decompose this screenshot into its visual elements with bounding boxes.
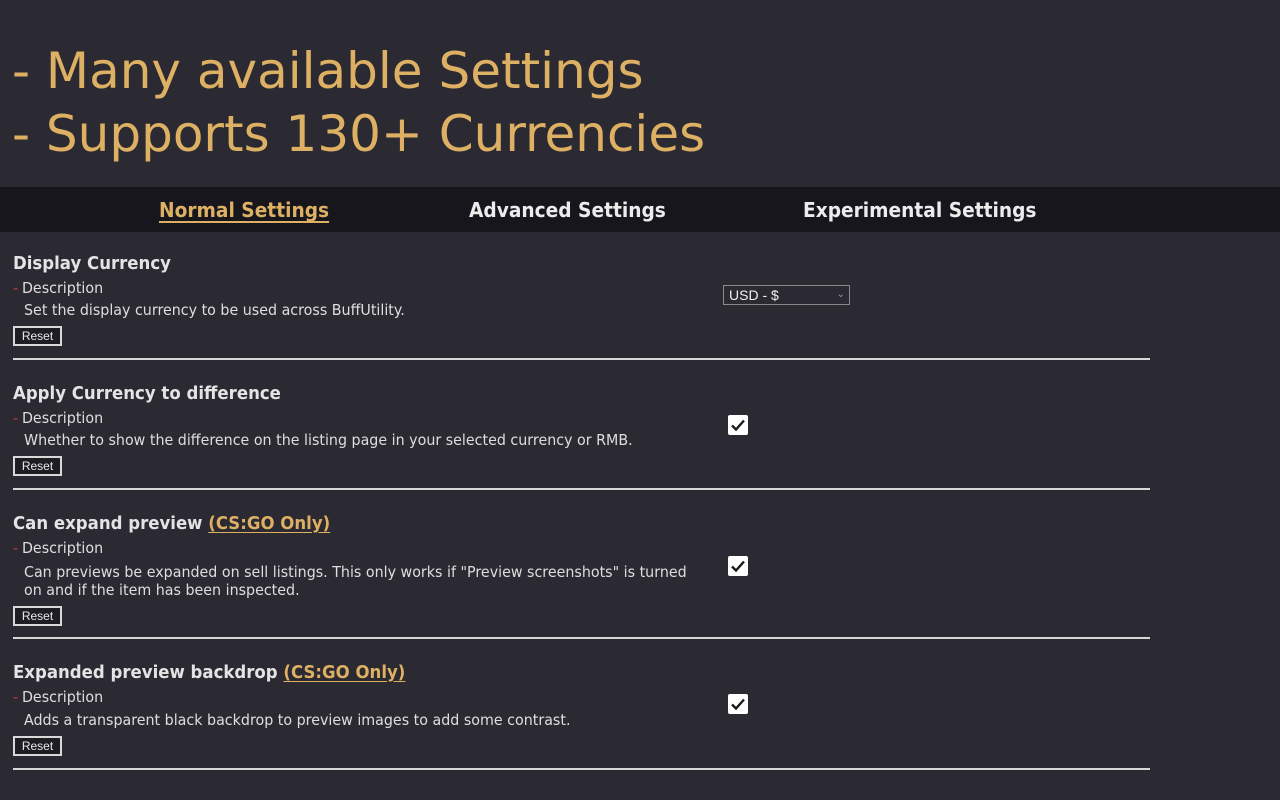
reset-button[interactable]: Reset [13,736,62,756]
setting-title-text: Can expand preview [13,513,203,534]
description-label-text: Description [21,539,104,557]
settings-tab-bar: Normal Settings Advanced Settings Experi… [0,187,1280,232]
description-dash: - [13,539,19,557]
divider [13,768,1150,770]
chevron-down-icon: ⌄ [836,289,845,300]
description-label-text: Description [21,409,104,427]
setting-title: Can expand preview (CS:GO Only) [13,513,330,534]
setting-apply-currency-difference: Apply Currency to difference - Descriptio… [13,382,1150,494]
description-dash: - [13,688,19,706]
description-label: - Description [13,539,103,557]
setting-title: Apply Currency to difference [13,383,281,404]
csgo-only-link[interactable]: (CS:GO Only) [208,513,330,534]
setting-display-currency: Display Currency - Description Set the di… [13,252,1150,364]
setting-description: Can previews be expanded on sell listing… [24,563,687,599]
reset-button[interactable]: Reset [13,326,62,346]
checkmark-icon [731,560,745,573]
expand-preview-checkbox[interactable] [728,556,748,576]
setting-can-expand-preview: Can expand preview (CS:GO Only) - Descrip… [13,512,1150,642]
setting-title: Display Currency [13,253,171,274]
currency-select-value: USD - $ [729,287,779,303]
description-label: - Description [13,279,103,297]
description-dash: - [13,279,19,297]
description-label: - Description [13,688,103,706]
currency-select[interactable]: USD - $ ⌄ [723,285,850,305]
description-label-text: Description [21,688,104,706]
checkmark-icon [731,698,745,711]
description-label-text: Description [21,279,104,297]
tab-experimental-settings[interactable]: Experimental Settings [803,198,1037,222]
tab-advanced-settings[interactable]: Advanced Settings [469,198,666,222]
setting-expanded-preview-backdrop: Expanded preview backdrop (CS:GO Only) -… [13,661,1150,773]
reset-button[interactable]: Reset [13,456,62,476]
divider [13,358,1150,360]
checkmark-icon [731,419,745,432]
hero-banner: - Many available Settings - Supports 130… [0,0,1280,187]
setting-title-text: Apply Currency to difference [13,383,281,404]
description-dash: - [13,409,19,427]
setting-title-text: Display Currency [13,253,171,274]
tab-normal-settings[interactable]: Normal Settings [159,198,329,222]
setting-title-text: Expanded preview backdrop [13,662,278,683]
divider [13,637,1150,639]
setting-description: Set the display currency to be used acro… [24,301,405,319]
setting-description: Adds a transparent black backdrop to pre… [24,711,571,729]
setting-title: Expanded preview backdrop (CS:GO Only) [13,662,405,683]
divider [13,488,1150,490]
hero-line-settings: - Many available Settings [12,42,644,100]
csgo-only-link[interactable]: (CS:GO Only) [283,662,405,683]
setting-description: Whether to show the difference on the li… [24,431,633,449]
reset-button[interactable]: Reset [13,606,62,626]
description-label: - Description [13,409,103,427]
preview-backdrop-checkbox[interactable] [728,694,748,714]
apply-currency-checkbox[interactable] [728,415,748,435]
hero-line-currencies: - Supports 130+ Currencies [12,105,706,163]
